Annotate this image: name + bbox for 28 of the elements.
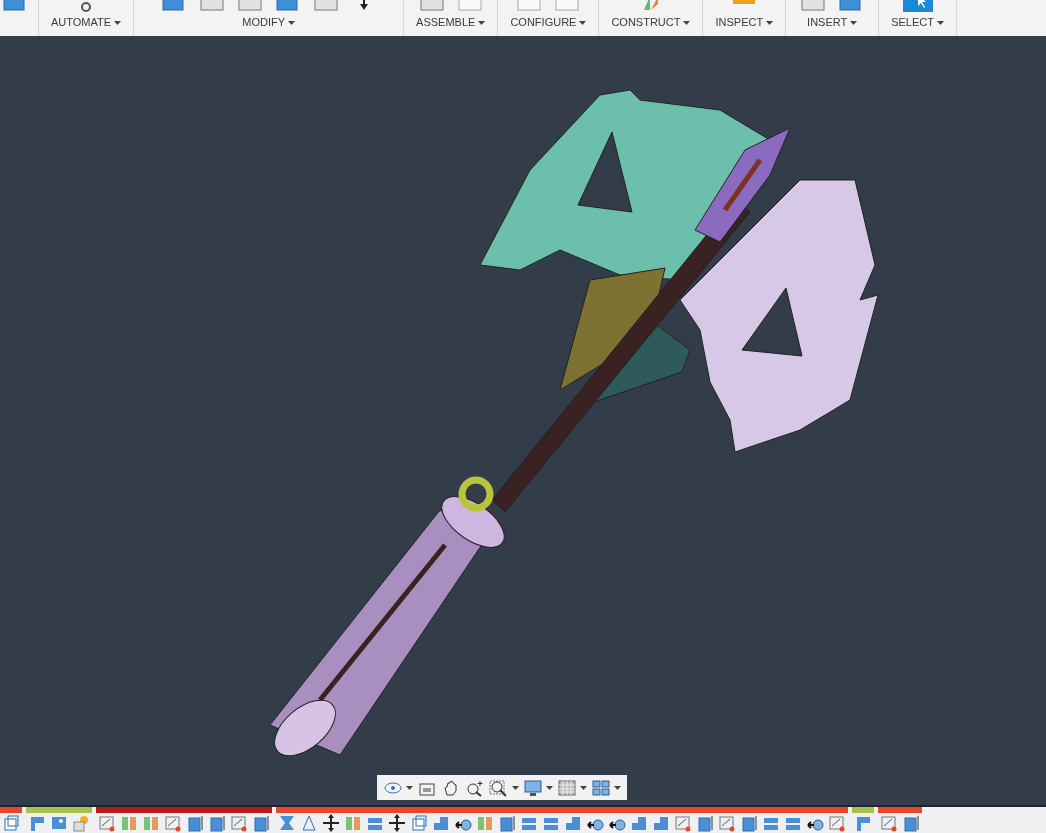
toolbar-menu[interactable]: SELECT xyxy=(891,15,944,29)
caret-icon xyxy=(580,785,587,790)
toolbar-menu[interactable]: AUTOMATE xyxy=(51,15,122,29)
caret-icon xyxy=(288,21,295,26)
caret-icon xyxy=(406,785,413,790)
zoom-window-icon xyxy=(489,778,509,797)
toolbar-menu[interactable]: CONFIGURE xyxy=(510,15,587,29)
toolbar-menu[interactable]: INSPECT xyxy=(715,15,774,29)
caret-icon xyxy=(936,21,944,26)
toolbar-menu[interactable]: ASSEMBLE xyxy=(416,15,486,29)
caret-icon xyxy=(546,785,553,790)
caret-icon xyxy=(683,21,691,26)
caret-icon xyxy=(478,21,486,26)
caret-icon xyxy=(850,21,858,26)
caret-icon xyxy=(766,21,774,26)
monitor-icon xyxy=(523,778,543,797)
move-icon[interactable] xyxy=(320,813,342,833)
move-icon[interactable] xyxy=(386,813,408,833)
toolbar-menu[interactable]: MODIFY xyxy=(242,15,295,29)
viewports-icon xyxy=(591,778,611,797)
grid-icon xyxy=(557,778,577,797)
caret-icon xyxy=(512,785,519,790)
caret-icon xyxy=(614,785,621,790)
toolbar-menu[interactable]: INSERT xyxy=(807,15,858,29)
zoom-icon xyxy=(465,778,485,797)
toolbar-menu[interactable]: CONSTRUCT xyxy=(611,15,691,29)
caret-icon xyxy=(579,21,587,26)
caret-icon xyxy=(114,21,122,26)
